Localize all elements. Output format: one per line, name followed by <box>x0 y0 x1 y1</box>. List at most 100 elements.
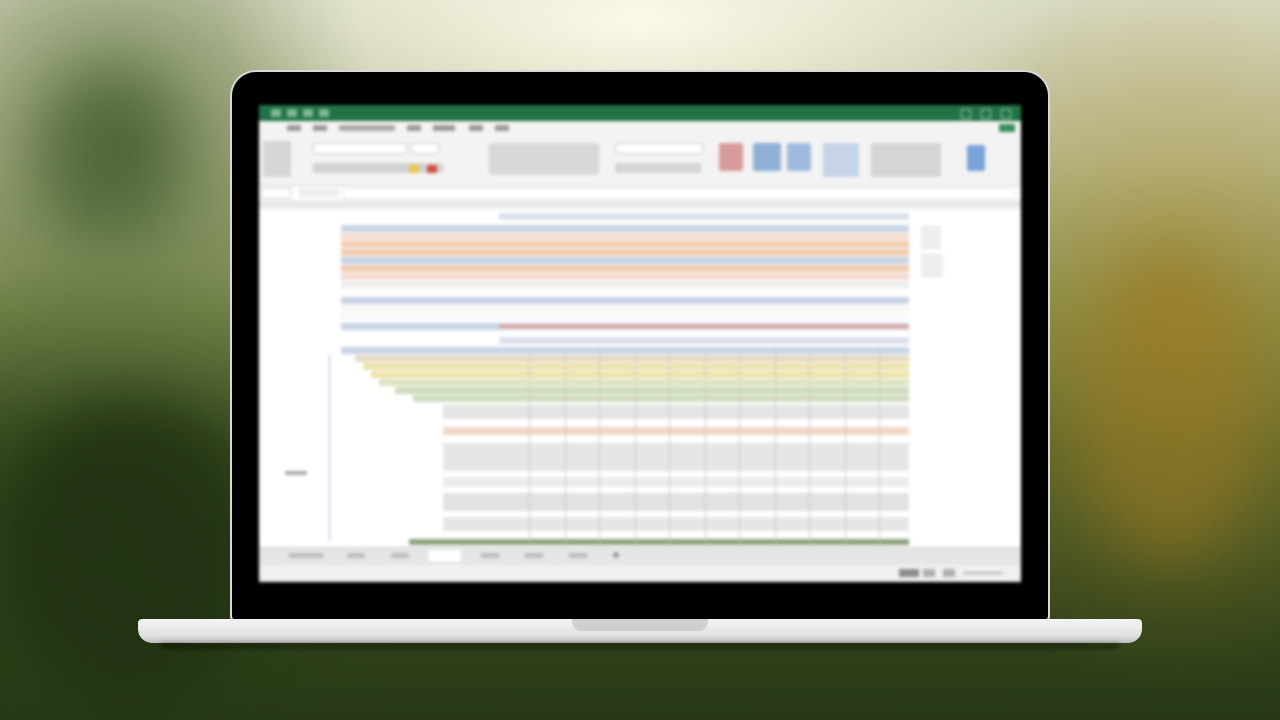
table-row <box>341 297 909 304</box>
font-name-select[interactable] <box>313 143 407 154</box>
page-break-icon[interactable] <box>943 569 955 577</box>
table-row <box>341 265 909 272</box>
normal-view-icon[interactable] <box>899 569 919 577</box>
font-color-icon[interactable] <box>427 165 437 173</box>
side-note <box>921 255 943 279</box>
sheet-tab[interactable] <box>391 553 409 558</box>
grid-line <box>635 347 636 543</box>
laptop-screen <box>259 105 1021 582</box>
table-row <box>341 249 909 256</box>
grid-line <box>529 347 530 543</box>
table-row <box>413 395 909 402</box>
grid-line <box>845 347 846 543</box>
font-format-buttons[interactable] <box>313 163 443 173</box>
row-group-bracket[interactable] <box>329 355 334 541</box>
page-layout-icon[interactable] <box>923 569 935 577</box>
ribbon-tab[interactable] <box>407 125 421 131</box>
number-format-select[interactable] <box>615 143 703 154</box>
font-size-select[interactable] <box>411 143 439 154</box>
table-row <box>371 371 909 378</box>
formula-bar <box>259 186 1021 201</box>
table-header <box>499 337 909 344</box>
grid-line <box>879 347 880 543</box>
save-icon[interactable] <box>287 109 297 117</box>
status-bar <box>259 563 1021 582</box>
table-row <box>341 281 909 288</box>
excel-title-bar <box>259 105 1021 121</box>
sheet-tab[interactable] <box>525 553 543 558</box>
table-row <box>341 233 909 240</box>
table-row <box>443 405 909 419</box>
side-note <box>921 227 941 249</box>
format-as-table-icon[interactable] <box>753 143 781 171</box>
name-box[interactable] <box>261 188 291 199</box>
ribbon-tab[interactable] <box>287 125 301 131</box>
table-row <box>341 241 909 248</box>
ribbon-tab[interactable] <box>469 125 483 131</box>
window-controls <box>961 109 1011 119</box>
table-row <box>341 273 909 280</box>
sheet-tab[interactable] <box>289 553 323 558</box>
number-group[interactable] <box>615 163 701 173</box>
ideas-icon[interactable] <box>967 145 985 171</box>
alignment-group[interactable] <box>489 143 599 175</box>
editing-group[interactable] <box>871 143 941 177</box>
sheet-tab[interactable] <box>569 553 587 558</box>
ribbon-tab[interactable] <box>339 125 395 131</box>
formula-controls[interactable] <box>299 188 339 197</box>
close-icon[interactable] <box>1001 109 1011 119</box>
laptop-shadow <box>160 643 1120 649</box>
table-row <box>443 477 909 487</box>
table-row <box>395 387 909 394</box>
share-button[interactable] <box>999 124 1015 132</box>
worksheet-grid[interactable] <box>259 209 1021 547</box>
table-row <box>355 355 909 362</box>
table-row <box>443 427 909 435</box>
cell-styles-icon[interactable] <box>787 143 811 171</box>
ribbon-tab[interactable] <box>313 125 327 131</box>
ribbon-tab[interactable] <box>433 125 455 131</box>
table-row <box>363 363 909 370</box>
quick-access-toolbar <box>271 109 329 117</box>
table-row <box>379 379 909 386</box>
minimize-icon[interactable] <box>961 109 971 119</box>
grid-line <box>669 347 670 543</box>
grid-line <box>565 347 566 543</box>
table-row <box>443 443 909 471</box>
redo-icon[interactable] <box>319 109 329 117</box>
table-row <box>341 305 909 312</box>
sheet-tab[interactable] <box>347 553 365 558</box>
table-row <box>341 225 909 232</box>
formula-input[interactable] <box>343 188 1015 199</box>
clipboard-group[interactable] <box>263 141 291 177</box>
table-row <box>341 313 909 320</box>
autosave-icon[interactable] <box>271 109 281 117</box>
conditional-format-icon[interactable] <box>719 143 743 171</box>
table-row <box>341 257 909 264</box>
grid-line <box>775 347 776 543</box>
maximize-icon[interactable] <box>981 109 991 119</box>
total-row <box>499 325 909 328</box>
row-group-label <box>285 471 307 475</box>
background-blur-plant <box>1080 240 1260 560</box>
background-blur-plant <box>0 400 260 700</box>
sheet-tab[interactable] <box>481 553 499 558</box>
sheet-tabs-bar <box>259 547 1021 564</box>
grid-line <box>809 347 810 543</box>
sheet-tab-active[interactable] <box>429 550 461 562</box>
table-row <box>341 347 909 354</box>
grid-line <box>739 347 740 543</box>
cells-group[interactable] <box>823 143 859 177</box>
ribbon-tab[interactable] <box>495 125 509 131</box>
table-header <box>499 213 909 220</box>
zoom-slider[interactable] <box>963 572 1003 574</box>
fill-color-icon[interactable] <box>409 165 419 173</box>
grid-line <box>705 347 706 543</box>
background-blur-leaf <box>40 70 180 240</box>
grid-line <box>599 347 600 543</box>
add-sheet-icon[interactable] <box>613 552 619 558</box>
undo-icon[interactable] <box>303 109 313 117</box>
ribbon-toolbar <box>259 135 1021 186</box>
laptop-notch <box>572 619 708 631</box>
table-row <box>443 493 909 511</box>
